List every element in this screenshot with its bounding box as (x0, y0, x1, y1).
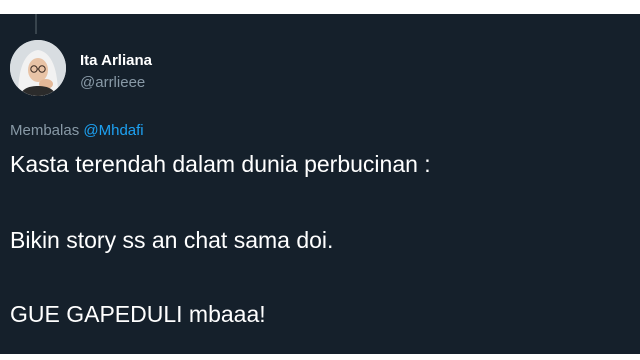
tweet-card: Ita Arliana @arrlieee Membalas @Mhdafi K… (0, 14, 640, 354)
avatar-image (10, 40, 66, 96)
avatar[interactable] (10, 40, 66, 96)
reply-context: Membalas @Mhdafi (10, 122, 144, 140)
tweet-text-line: GUE GAPEDULI mbaaa! (10, 301, 266, 327)
reply-mention-link[interactable]: @Mhdafi (83, 122, 143, 139)
tweet-text-line: Kasta terendah dalam dunia perbucinan : (10, 151, 431, 177)
author-name[interactable]: Ita Arliana (80, 52, 152, 70)
tweet-text-line: Bikin story ss an chat sama doi. (10, 227, 334, 253)
author-handle[interactable]: @arrlieee (80, 74, 145, 92)
reply-prefix: Membalas (10, 122, 80, 139)
thread-connector-line (35, 14, 37, 34)
